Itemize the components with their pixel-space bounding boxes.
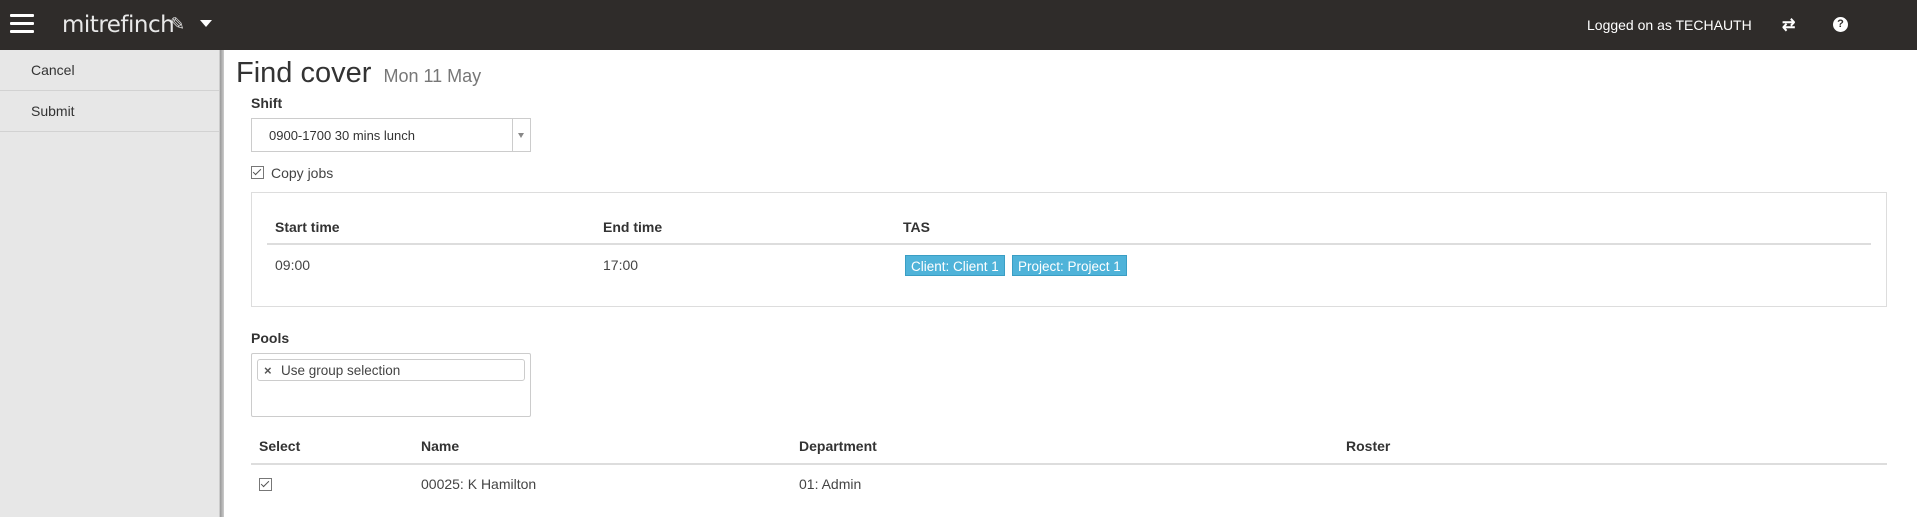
sidebar-divider xyxy=(220,50,224,517)
page-title: Find cover Mon 11 May xyxy=(236,57,481,90)
caret-down-icon[interactable] xyxy=(200,20,212,27)
pools-label: Pools xyxy=(251,330,290,346)
page-title-text: Find cover xyxy=(236,57,372,89)
pool-chip: × Use group selection xyxy=(257,359,525,381)
shift-select[interactable]: 0900-1700 30 mins lunch xyxy=(251,118,531,152)
roster-header: Roster xyxy=(1346,438,1391,454)
results-table-divider xyxy=(251,463,1887,465)
page-date: Mon 11 May xyxy=(383,66,482,86)
top-navbar: mitrefinch ✎ Logged on as TECHAUTH ⇄ ? xyxy=(0,0,1917,50)
help-icon[interactable]: ? xyxy=(1833,17,1848,32)
copy-jobs-label: Copy jobs xyxy=(271,165,334,181)
end-time-header: End time xyxy=(603,219,663,235)
brand-logo[interactable]: mitrefinch xyxy=(62,12,175,38)
menu-icon[interactable] xyxy=(10,14,34,34)
pools-multiselect[interactable]: × Use group selection xyxy=(251,353,531,417)
cancel-button[interactable]: Cancel xyxy=(0,50,219,91)
jobs-panel xyxy=(251,192,1887,307)
pool-chip-label: Use group selection xyxy=(281,363,401,378)
sidebar: Cancel Submit xyxy=(0,50,220,517)
copy-jobs-checkbox[interactable] xyxy=(251,166,264,179)
name-header: Name xyxy=(421,438,460,454)
department-header: Department xyxy=(799,438,877,454)
jobs-table-divider xyxy=(267,243,1871,245)
logged-on-text: Logged on as TECHAUTH xyxy=(1587,17,1752,33)
tas-tag-client: Client: Client 1 xyxy=(905,255,1005,276)
submit-button[interactable]: Submit xyxy=(0,91,219,132)
swap-icon[interactable]: ⇄ xyxy=(1782,15,1795,35)
feather-icon: ✎ xyxy=(170,14,186,34)
start-time-cell: 09:00 xyxy=(275,257,311,273)
end-time-cell: 17:00 xyxy=(603,257,639,273)
shift-select-value: 0900-1700 30 mins lunch xyxy=(269,128,415,143)
select-header: Select xyxy=(259,438,301,454)
employee-name-cell: 00025: K Hamilton xyxy=(421,476,537,492)
tas-tag-project: Project: Project 1 xyxy=(1012,255,1127,276)
dropdown-arrow-icon[interactable] xyxy=(512,119,530,151)
shift-label: Shift xyxy=(251,95,283,111)
start-time-header: Start time xyxy=(275,219,340,235)
department-cell: 01: Admin xyxy=(799,476,862,492)
remove-icon[interactable]: × xyxy=(264,363,272,378)
select-row-checkbox[interactable] xyxy=(259,478,272,491)
tas-header: TAS xyxy=(903,219,930,235)
